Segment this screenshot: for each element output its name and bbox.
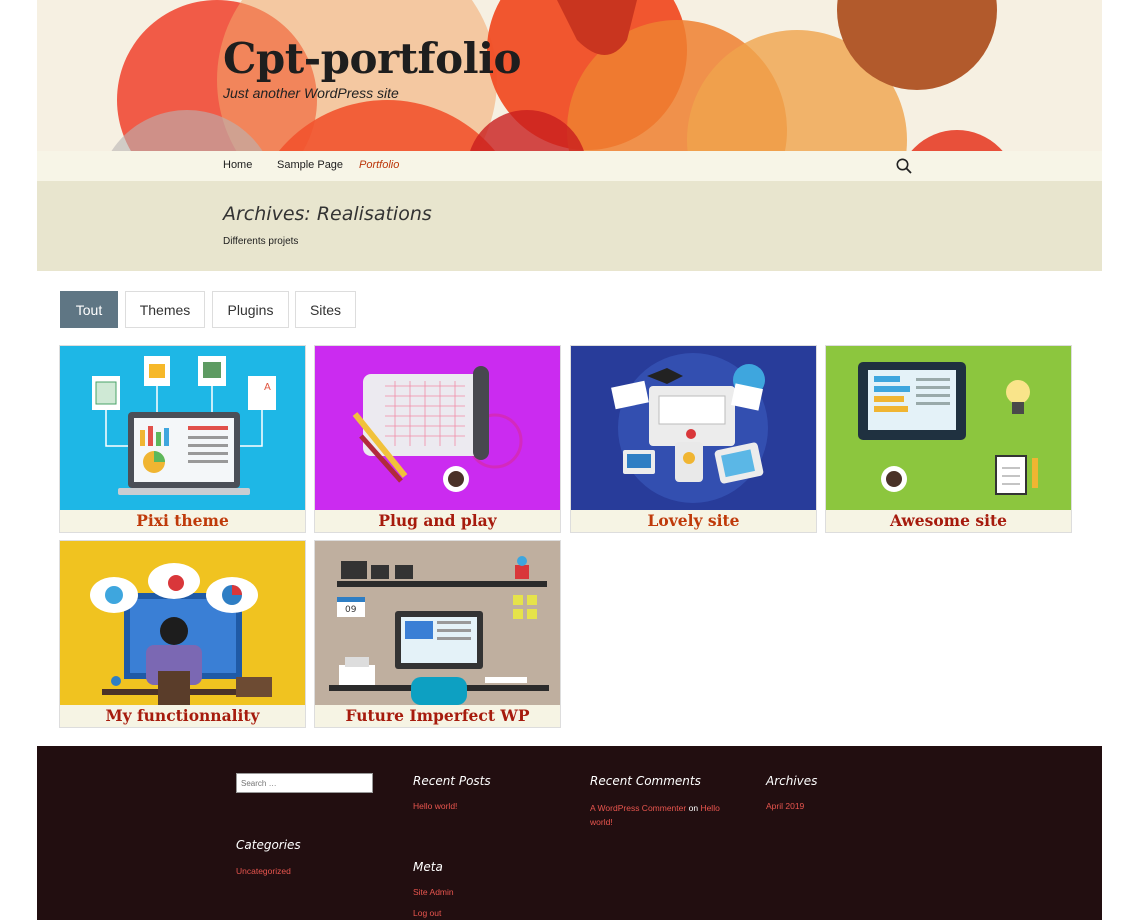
svg-text:A: A — [264, 382, 271, 393]
developer-desk-illustration — [60, 541, 305, 705]
site-footer: Recent Posts Hello world! Recent Comment… — [37, 746, 1102, 920]
recent-posts-title: Recent Posts — [413, 774, 491, 788]
project-thumbnail[interactable] — [315, 346, 560, 510]
project-card-lovely-site[interactable]: Lovely site — [570, 345, 817, 533]
recent-post-link[interactable]: Hello world! — [413, 801, 457, 811]
project-thumbnail[interactable]: 09 — [315, 541, 560, 705]
online-education-illustration — [571, 346, 816, 510]
laptop-dashboard-illustration: A — [60, 346, 305, 510]
meta-title: Meta — [413, 860, 443, 874]
filter-plugins-button[interactable]: Plugins — [212, 291, 289, 328]
blueprint-drawing-illustration — [315, 346, 560, 510]
category-link[interactable]: Uncategorized — [236, 866, 291, 876]
archives-title: Archives — [766, 774, 818, 788]
project-title-link[interactable]: Plug and play — [315, 510, 560, 532]
project-card-my-functionnality[interactable]: My functionnality — [59, 540, 306, 728]
project-card-awesome-site[interactable]: Awesome site — [825, 345, 1072, 533]
archive-link[interactable]: April 2019 — [766, 801, 804, 811]
comment-on-text: on — [688, 803, 699, 813]
footer-search-input[interactable] — [236, 773, 373, 793]
meta-log-out-link[interactable]: Log out — [413, 908, 441, 918]
archive-title: Archives: Realisations — [223, 203, 432, 225]
archive-description: Differents projets — [223, 236, 299, 247]
nav-portfolio[interactable]: Portfolio — [359, 159, 399, 171]
nav-home[interactable]: Home — [223, 159, 252, 171]
svg-text:09: 09 — [345, 605, 357, 615]
project-title-link[interactable]: Future Imperfect WP — [315, 705, 560, 727]
project-title-link[interactable]: Awesome site — [826, 510, 1071, 532]
search-icon[interactable] — [895, 157, 913, 175]
project-title-link[interactable]: Lovely site — [571, 510, 816, 532]
project-thumbnail[interactable] — [826, 346, 1071, 510]
project-card-plug-and-play[interactable]: Plug and play — [314, 345, 561, 533]
filter-sites-button[interactable]: Sites — [295, 291, 356, 328]
comment-author-link[interactable]: A WordPress Commenter — [590, 803, 686, 813]
project-card-pixi-theme[interactable]: A Pixi theme — [59, 345, 306, 533]
nav-sample-page[interactable]: Sample Page — [277, 159, 343, 171]
site-title[interactable]: Cpt-portfolio — [223, 34, 522, 83]
header-circles-decoration — [111, 0, 1003, 151]
main-navigation: Home Sample Page Portfolio — [37, 151, 1102, 181]
meta-site-admin-link[interactable]: Site Admin — [413, 887, 454, 897]
categories-title: Categories — [236, 838, 301, 852]
tablet-idea-illustration — [826, 346, 1071, 510]
project-thumbnail[interactable]: A — [60, 346, 305, 510]
site-header: Cpt-portfolio Just another WordPress sit… — [37, 0, 1102, 151]
project-title-link[interactable]: Pixi theme — [60, 510, 305, 532]
recent-comments-title: Recent Comments — [590, 774, 701, 788]
office-workspace-illustration: 09 — [315, 541, 560, 705]
recent-comment-entry: A WordPress Commenter on Hello world! — [590, 801, 730, 829]
project-title-link[interactable]: My functionnality — [60, 705, 305, 727]
archive-header: Archives: Realisations Differents projet… — [37, 181, 1102, 271]
project-thumbnail[interactable] — [60, 541, 305, 705]
filter-tout-button[interactable]: Tout — [60, 291, 118, 328]
site-description: Just another WordPress site — [223, 85, 399, 101]
project-card-future-imperfect-wp[interactable]: 09 Future Imperfect WP — [314, 540, 561, 728]
project-thumbnail[interactable] — [571, 346, 816, 510]
filter-themes-button[interactable]: Themes — [125, 291, 205, 328]
page: Cpt-portfolio Just another WordPress sit… — [37, 0, 1102, 920]
